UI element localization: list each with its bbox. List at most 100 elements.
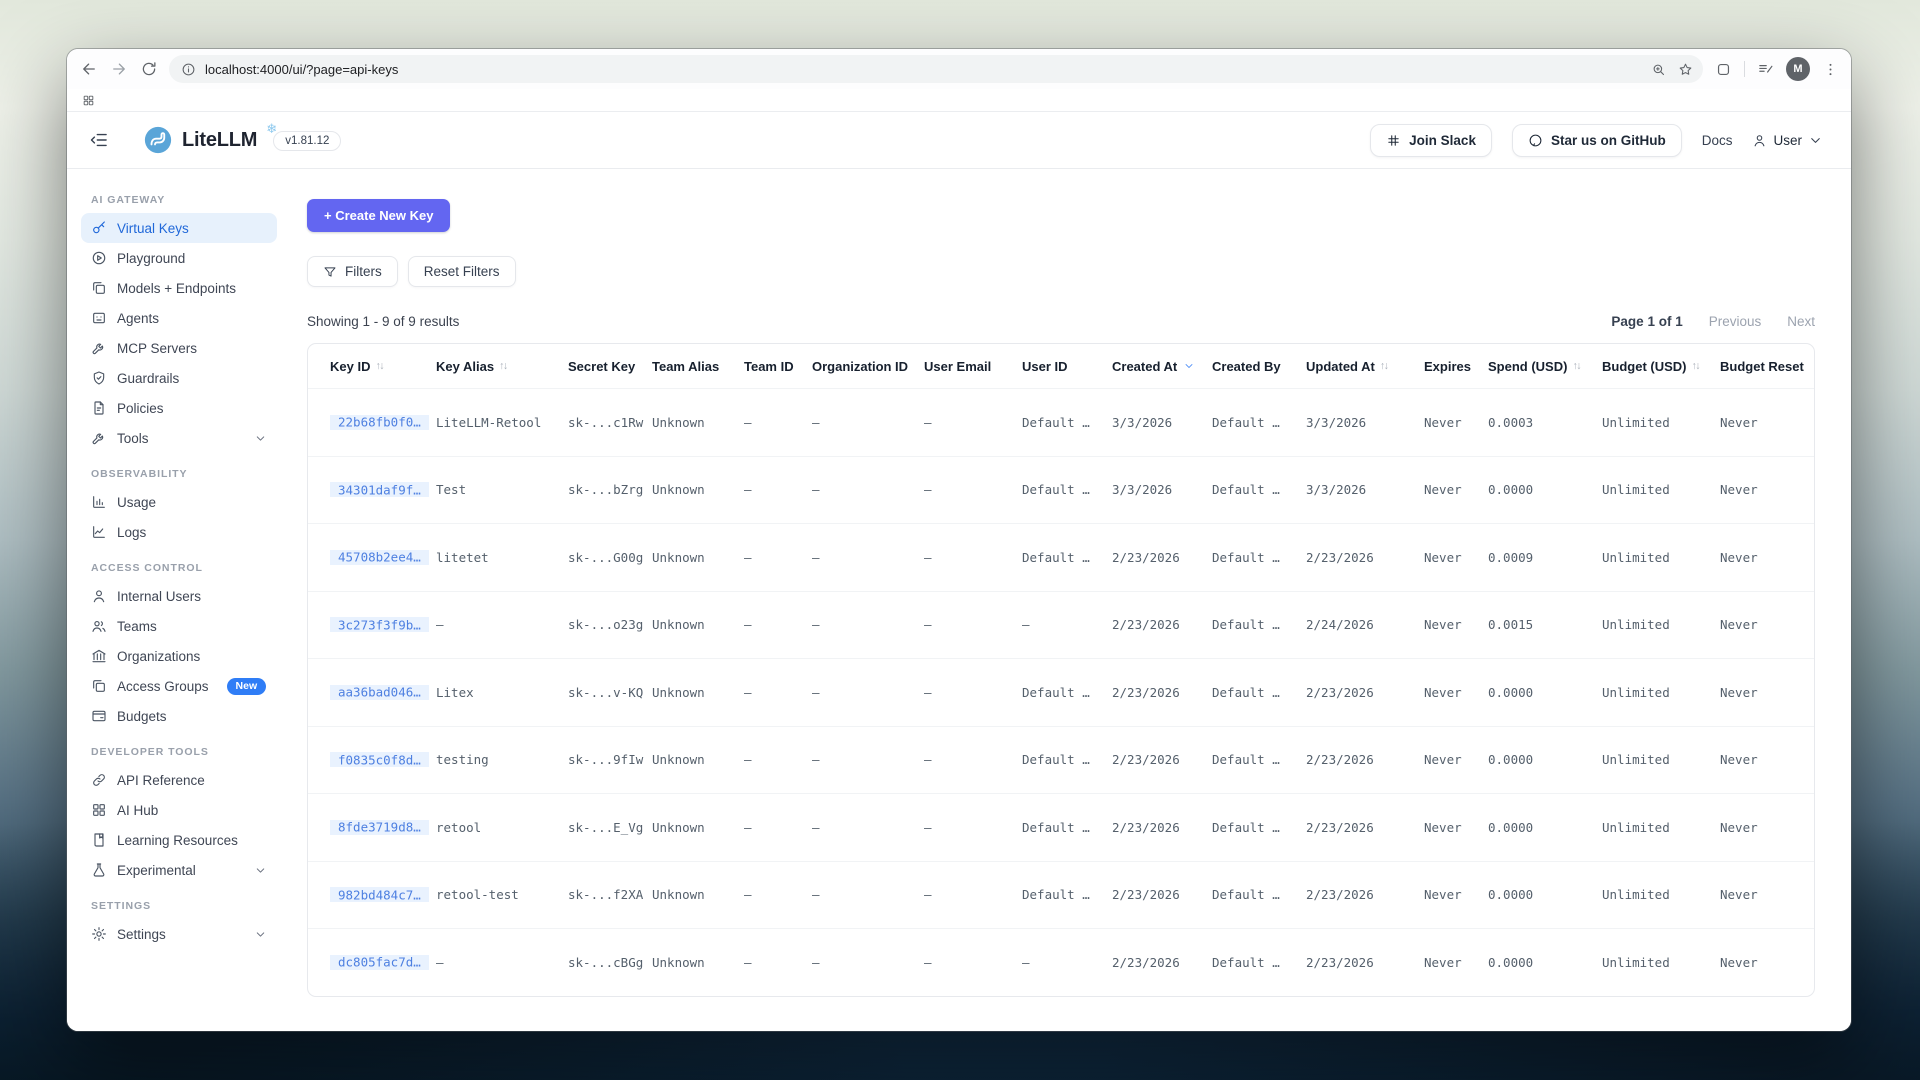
cell-user-email: – [924,415,1022,430]
sidebar-section-label-ai-gateway: AI GATEWAY [81,179,277,213]
cell-user-id: Default … [1022,887,1112,902]
key-id-link[interactable]: 3c273f3f9b… [330,617,429,632]
key-id-link[interactable]: 45708b2ee4… [330,550,429,565]
sidebar-item-access-groups[interactable]: Access GroupsNew [81,671,277,701]
url-text[interactable]: localhost:4000/ui/?page=api-keys [205,62,398,77]
cell-spend-usd: 0.0000 [1488,482,1602,497]
key-id-link[interactable]: 982bd484c7… [330,887,429,902]
sort-icon[interactable]: ↑↓ [1380,360,1388,372]
cell-expires: Never [1424,820,1488,835]
extensions-icon[interactable] [1715,61,1732,78]
sidebar-item-ai-hub[interactable]: AI Hub [81,795,277,825]
sort-icon[interactable]: ↑↓ [1692,360,1700,372]
cell-organization-id: – [812,685,924,700]
sidebar-collapse-icon[interactable] [89,130,109,150]
column-header-key-alias[interactable]: Key Alias↑↓ [436,359,568,374]
cell-budget-usd: Unlimited [1602,752,1720,767]
browser-profile-avatar[interactable]: M [1786,57,1810,81]
column-header-updated-at[interactable]: Updated At↑↓ [1306,359,1424,374]
chevron-down-icon [254,928,267,941]
sidebar-item-internal-users[interactable]: Internal Users [81,581,277,611]
reset-filters-label: Reset Filters [424,264,500,279]
address-bar[interactable]: localhost:4000/ui/?page=api-keys [169,55,1703,83]
sidebar-item-models-endpoints[interactable]: Models + Endpoints [81,273,277,303]
sidebar-item-playground[interactable]: Playground [81,243,277,273]
filters-label: Filters [345,264,382,279]
sidebar-item-api-reference[interactable]: API Reference [81,765,277,795]
sidebar-item-experimental[interactable]: Experimental [81,855,277,885]
cell-user-id: Default … [1022,550,1112,565]
brand[interactable]: LiteLLM [143,125,257,155]
filters-button[interactable]: Filters [307,256,398,287]
previous-page-button[interactable]: Previous [1709,314,1762,329]
sidebar-item-budgets[interactable]: Budgets [81,701,277,731]
wrench-icon [91,430,107,446]
bookmark-star-icon[interactable] [1678,62,1693,77]
sidebar-item-label: Teams [117,619,157,634]
user-menu[interactable]: User [1752,133,1823,148]
column-header-budget-usd[interactable]: Budget (USD)↑↓ [1602,359,1720,374]
next-page-button[interactable]: Next [1787,314,1815,329]
cell-organization-id: – [812,415,924,430]
cell-budget-reset: Never [1720,550,1814,565]
sidebar-item-learning-resources[interactable]: Learning Resources [81,825,277,855]
sidebar-item-organizations[interactable]: Organizations [81,641,277,671]
star-github-button[interactable]: Star us on GitHub [1512,124,1682,157]
reload-icon[interactable] [139,59,159,79]
create-new-key-button[interactable]: + Create New Key [307,199,450,232]
forward-icon[interactable] [109,59,129,79]
back-icon[interactable] [79,59,99,79]
key-id-link[interactable]: f0835c0f8d… [330,752,429,767]
column-header-spend-usd[interactable]: Spend (USD)↑↓ [1488,359,1602,374]
sidebar-item-logs[interactable]: Logs [81,517,277,547]
cell-key-alias: retool-test [436,887,568,902]
cell-key-id: 982bd484c7… [330,887,436,902]
cell-user-email: – [924,550,1022,565]
sort-desc-icon[interactable] [1183,360,1195,372]
sidebar-item-settings[interactable]: Settings [81,919,277,949]
sort-icon[interactable]: ↑↓ [499,360,507,372]
docs-link[interactable]: Docs [1702,133,1733,148]
key-id-link[interactable]: 34301daf9f… [330,482,429,497]
sidebar-item-tools[interactable]: Tools [81,423,277,453]
cell-budget-reset: Never [1720,617,1814,632]
sidebar-item-policies[interactable]: Policies [81,393,277,423]
sidebar-item-mcp-servers[interactable]: MCP Servers [81,333,277,363]
table-row: dc805fac7d…–sk-...cBGgUnknown––––2/23/20… [308,928,1814,996]
sidebar-item-label: API Reference [117,773,205,788]
cell-user-id: – [1022,617,1112,632]
browser-menu-icon[interactable] [1822,61,1839,78]
zoom-page-icon[interactable] [1651,62,1666,77]
column-header-key-id[interactable]: Key ID↑↓ [330,359,436,374]
cell-team-alias: Unknown [652,685,744,700]
cell-budget-usd: Unlimited [1602,415,1720,430]
cell-user-email: – [924,887,1022,902]
sort-icon[interactable]: ↑↓ [375,360,383,372]
sidebar-item-virtual-keys[interactable]: Virtual Keys [81,213,277,243]
cell-updated-at: 2/23/2026 [1306,820,1424,835]
reading-list-icon[interactable] [1757,61,1774,78]
sidebar-item-agents[interactable]: Agents [81,303,277,333]
cell-organization-id: – [812,550,924,565]
sidebar-item-usage[interactable]: Usage [81,487,277,517]
reset-filters-button[interactable]: Reset Filters [408,256,516,287]
apps-grid-icon[interactable] [82,94,95,107]
pagination: Page 1 of 1 Previous Next [1611,314,1815,329]
sidebar-item-guardrails[interactable]: Guardrails [81,363,277,393]
cell-key-alias: litetet [436,550,568,565]
sidebar-item-teams[interactable]: Teams [81,611,277,641]
cell-created-at: 2/23/2026 [1112,820,1212,835]
bookmarks-bar [67,89,1851,112]
key-id-link[interactable]: 8fde3719d8… [330,820,429,835]
join-slack-button[interactable]: Join Slack [1370,124,1492,157]
key-id-link[interactable]: 22b68fb0f0… [330,415,429,430]
column-header-created-at[interactable]: Created At [1112,359,1212,374]
cell-user-id: Default … [1022,482,1112,497]
page-info-icon[interactable] [181,62,196,77]
sort-icon[interactable]: ↑↓ [1572,360,1580,372]
cell-user-id: Default … [1022,820,1112,835]
key-id-link[interactable]: aa36bad046… [330,685,429,700]
key-id-link[interactable]: dc805fac7d… [330,955,429,970]
cell-created-at: 2/23/2026 [1112,617,1212,632]
cell-created-by: Default … [1212,550,1306,565]
